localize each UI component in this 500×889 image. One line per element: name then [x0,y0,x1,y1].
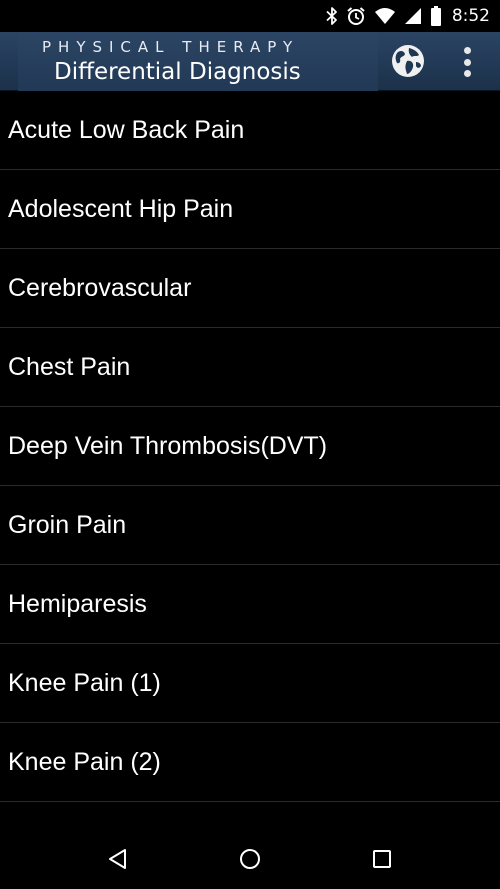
status-time: 8:52 [451,6,490,26]
globe-icon [392,45,424,77]
overflow-dot [463,58,471,66]
list-item-acute-low-back-pain[interactable]: Acute Low Back Pain [0,91,500,170]
globe-button[interactable] [390,43,426,79]
list-item-knee-pain-2[interactable]: Knee Pain (2) [0,723,500,802]
list-item-adolescent-hip-pain[interactable]: Adolescent Hip Pain [0,170,500,249]
app-title: Differential Diagnosis [54,59,301,85]
overflow-menu-icon [463,47,471,54]
app-bar: PHYSICAL THERAPY Differential Diagnosis [0,32,500,91]
bluetooth-icon [326,7,337,25]
battery-icon [430,6,441,26]
list-item-groin-pain[interactable]: Groin Pain [0,486,500,565]
signal-icon [404,8,421,24]
list-item-chest-pain[interactable]: Chest Pain [0,328,500,407]
list-item-hemiparesis[interactable]: Hemiparesis [0,565,500,644]
list-item-cerebrovascular[interactable]: Cerebrovascular [0,249,500,328]
wifi-icon [374,8,395,24]
app-subtitle: PHYSICAL THERAPY [42,38,300,56]
list-item-knee-pain-1[interactable]: Knee Pain (1) [0,644,500,723]
status-bar: 8:52 [0,0,500,32]
home-icon[interactable] [238,847,262,871]
back-icon[interactable] [106,847,130,871]
recents-icon[interactable] [370,847,394,871]
overflow-menu-button[interactable] [456,44,478,80]
alarm-icon [347,7,365,25]
overflow-dot [463,70,471,77]
diagnosis-list: Acute Low Back Pain Adolescent Hip Pain … [0,91,500,802]
app-header-banner: PHYSICAL THERAPY Differential Diagnosis [18,32,378,91]
list-item-deep-vein-thrombosis[interactable]: Deep Vein Thrombosis(DVT) [0,407,500,486]
navigation-bar [0,829,500,889]
